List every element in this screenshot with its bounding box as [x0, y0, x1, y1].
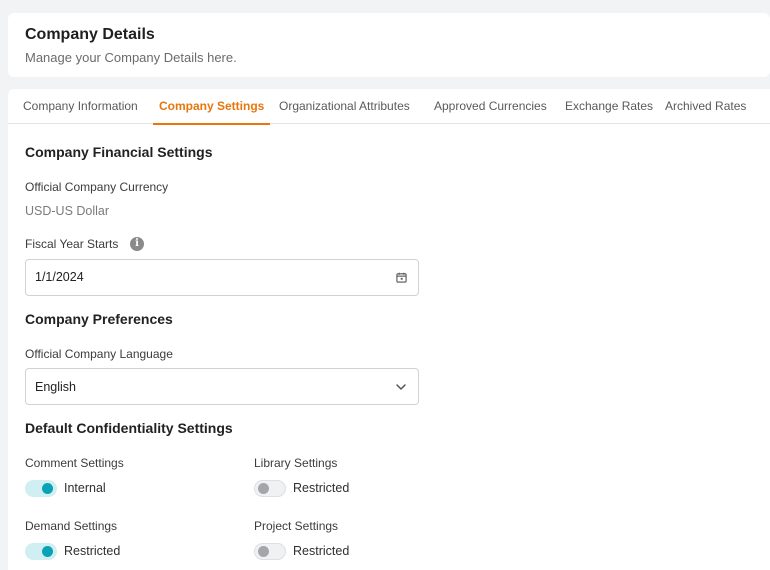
toggle-knob: [42, 483, 53, 494]
demand-settings-label: Demand Settings: [25, 519, 118, 533]
currency-label: Official Company Currency: [25, 180, 169, 194]
library-settings-toggle[interactable]: [254, 480, 286, 497]
tab-organizational-attributes[interactable]: Organizational Attributes: [279, 89, 410, 124]
settings-panel: Company Information Company Settings Org…: [8, 89, 770, 570]
comment-settings-value: Internal: [64, 481, 106, 495]
confidentiality-section-title: Default Confidentiality Settings: [25, 420, 233, 436]
demand-settings-value: Restricted: [64, 544, 121, 558]
project-settings-value: Restricted: [293, 544, 350, 558]
fiscal-year-label: Fiscal Year Starts: [25, 237, 119, 251]
language-select[interactable]: English: [25, 368, 419, 405]
demand-settings-toggle[interactable]: [25, 543, 57, 560]
library-settings-label: Library Settings: [254, 456, 338, 470]
tab-company-settings[interactable]: Company Settings: [153, 89, 271, 125]
page-subtitle: Manage your Company Details here.: [25, 50, 237, 65]
comment-settings-label: Comment Settings: [25, 456, 124, 470]
tab-exchange-rates[interactable]: Exchange Rates: [565, 89, 653, 124]
tab-archived-rates[interactable]: Archived Rates: [665, 89, 746, 124]
preferences-section-title: Company Preferences: [25, 311, 173, 327]
info-icon[interactable]: i: [130, 237, 144, 251]
project-settings-toggle[interactable]: [254, 543, 286, 560]
fiscal-year-value: 1/1/2024: [35, 270, 84, 284]
language-label: Official Company Language: [25, 347, 173, 361]
library-settings-value: Restricted: [293, 481, 350, 495]
project-settings-label: Project Settings: [254, 519, 339, 533]
comment-settings-toggle[interactable]: [25, 480, 57, 497]
toggle-knob: [42, 546, 53, 557]
tab-approved-currencies[interactable]: Approved Currencies: [434, 89, 547, 124]
tab-company-information[interactable]: Company Information: [23, 89, 138, 124]
financial-section-title: Company Financial Settings: [25, 144, 213, 160]
tab-bar: Company Information Company Settings Org…: [8, 89, 770, 125]
fiscal-year-date-input[interactable]: 1/1/2024: [25, 259, 419, 296]
page-header: Company Details Manage your Company Deta…: [8, 13, 770, 77]
language-value: English: [35, 380, 76, 394]
currency-value: USD-US Dollar: [25, 204, 110, 218]
toggle-knob: [258, 546, 269, 557]
page-title: Company Details: [25, 26, 155, 43]
toggle-knob: [258, 483, 269, 494]
chevron-down-icon[interactable]: [395, 381, 407, 393]
calendar-icon[interactable]: [396, 272, 407, 283]
